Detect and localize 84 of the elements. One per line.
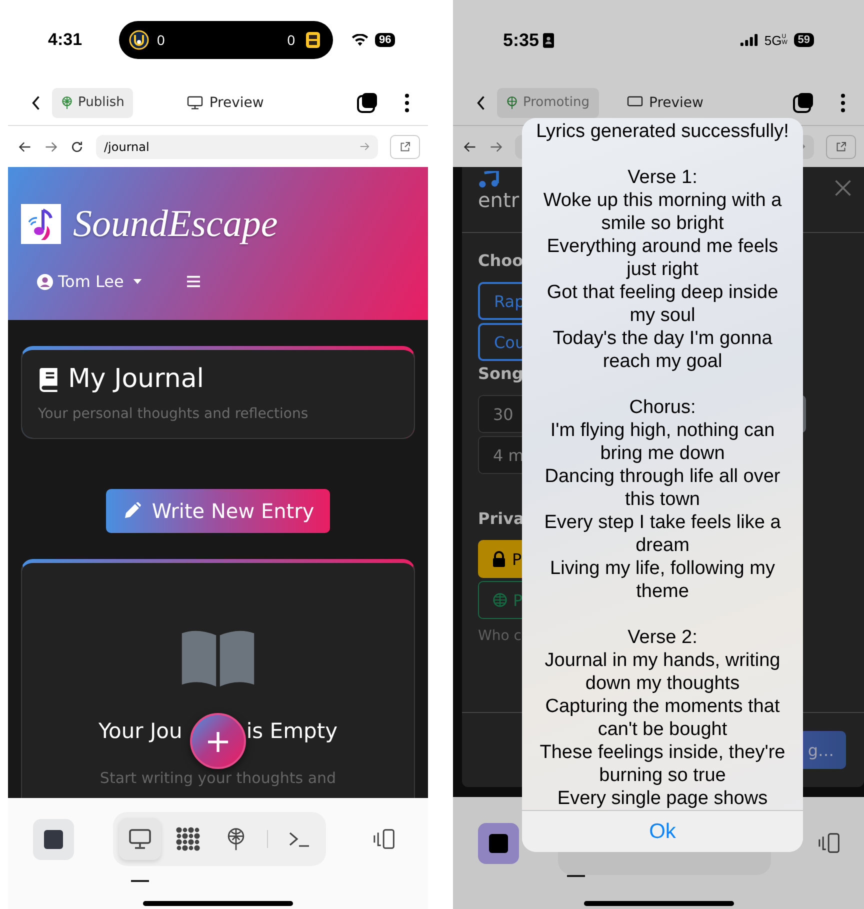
rotate-device-icon[interactable] bbox=[817, 832, 842, 854]
signal-icon bbox=[740, 34, 758, 46]
back-icon[interactable] bbox=[475, 94, 487, 112]
globe-tree-icon bbox=[61, 96, 73, 110]
stop-button[interactable] bbox=[478, 822, 519, 864]
lyric-line: Today's the day I'm gonna reach my goal bbox=[552, 327, 774, 373]
network-type: 5G bbox=[764, 32, 782, 48]
contact-card-icon bbox=[543, 32, 554, 48]
publish-button[interactable]: Promoting bbox=[497, 88, 599, 118]
globe-icon bbox=[493, 592, 507, 608]
more-icon[interactable] bbox=[840, 92, 846, 112]
reload-icon[interactable] bbox=[70, 140, 84, 154]
book-icon bbox=[38, 366, 60, 392]
preview-button[interactable]: Preview bbox=[181, 94, 270, 112]
ok-button[interactable]: Ok bbox=[522, 810, 803, 852]
status-time: 4:31 bbox=[48, 30, 84, 50]
dots-cluster-icon bbox=[176, 827, 200, 851]
lyric-line: Verse 1: bbox=[626, 166, 698, 189]
tabs-icon[interactable] bbox=[356, 92, 378, 114]
field-label: Priva bbox=[478, 509, 524, 528]
brand-name[interactable]: SoundEscape bbox=[73, 202, 278, 246]
team-logo-icon bbox=[129, 30, 149, 50]
lyric-line: I'm flying high, nothing can bring me down bbox=[549, 419, 776, 465]
write-entry-button[interactable]: Write New Entry bbox=[106, 489, 330, 533]
team-logo-icon bbox=[303, 30, 323, 50]
selection-indicator bbox=[131, 880, 149, 882]
lyric-line: These feelings inside, they're burning so true bbox=[538, 741, 786, 787]
battery-level: 59 bbox=[794, 33, 814, 47]
lock-icon bbox=[492, 551, 506, 567]
more-icon[interactable] bbox=[404, 92, 410, 112]
monitor-icon bbox=[187, 96, 204, 110]
lyric-line: Every single page shows bbox=[556, 787, 769, 810]
card-subtitle: Your personal thoughts and reflections bbox=[38, 406, 310, 422]
preview-button[interactable]: Preview bbox=[621, 94, 710, 112]
monitor-icon bbox=[128, 827, 152, 851]
url-field[interactable]: /journal bbox=[96, 134, 378, 158]
external-link-icon bbox=[399, 140, 411, 152]
caret-icon bbox=[132, 279, 142, 284]
open-external-button[interactable] bbox=[826, 134, 856, 158]
lyric-line: Got that feeling deep inside my soul bbox=[546, 281, 780, 327]
back-icon[interactable] bbox=[30, 94, 42, 112]
lyric-line: Verse 2: bbox=[626, 626, 698, 649]
field-label: Song bbox=[478, 364, 524, 383]
rotate-device-icon[interactable] bbox=[372, 828, 397, 850]
empty-state-text: Start writing your thoughts and bbox=[100, 769, 336, 787]
lyric-line: Every step I take feels like a dream bbox=[543, 511, 782, 557]
empty-state-title: is Empty bbox=[246, 719, 338, 743]
close-icon[interactable] bbox=[834, 179, 852, 197]
lyric-line: Dancing through life all over this town bbox=[544, 465, 782, 511]
wifi-icon bbox=[351, 34, 369, 46]
lyric-line: Capturing the moments that can't be bought bbox=[544, 695, 781, 741]
open-book-icon bbox=[180, 629, 256, 687]
empty-state-title: Your Jou bbox=[98, 719, 182, 743]
lyric-line: Chorus: bbox=[628, 396, 697, 419]
field-label: Choo bbox=[478, 251, 524, 270]
lyric-line: Woke up this morning with a smile so bright bbox=[542, 189, 783, 235]
music-note-icon bbox=[478, 171, 500, 188]
globe-tree-icon bbox=[506, 96, 518, 110]
selection-indicator bbox=[567, 875, 585, 877]
lyric-line: Journal in my hands, writing down my thoughts bbox=[544, 649, 782, 695]
score: 0 bbox=[287, 32, 295, 48]
card-title: My Journal bbox=[68, 364, 204, 394]
stop-button[interactable] bbox=[33, 818, 74, 860]
alert-title: Lyrics generated successfully! bbox=[536, 120, 789, 143]
music-note-logo-icon[interactable] bbox=[21, 204, 61, 244]
forward-arrow-icon[interactable] bbox=[44, 140, 58, 154]
menu-icon[interactable] bbox=[186, 275, 201, 288]
score: 0 bbox=[157, 32, 165, 48]
field-hint: Who c bbox=[478, 628, 522, 644]
back-arrow-icon[interactable] bbox=[463, 140, 477, 154]
battery-level: 96 bbox=[375, 33, 396, 47]
lyric-line: Living my life, following my theme bbox=[549, 557, 776, 603]
tool-tab[interactable] bbox=[119, 818, 161, 860]
publish-button[interactable]: Publish bbox=[52, 88, 134, 118]
external-link-icon bbox=[835, 140, 847, 152]
open-external-button[interactable] bbox=[390, 134, 420, 158]
forward-arrow-icon[interactable] bbox=[489, 140, 503, 154]
lyric-line: Everything around me feels just right bbox=[546, 235, 780, 281]
tabs-icon[interactable] bbox=[792, 92, 814, 114]
modal-title: entr bbox=[478, 188, 520, 212]
status-time: 5:35 bbox=[503, 30, 540, 50]
user-avatar-icon bbox=[37, 274, 53, 290]
user-menu[interactable]: Tom Lee bbox=[37, 272, 142, 291]
back-arrow-icon[interactable] bbox=[18, 140, 32, 154]
